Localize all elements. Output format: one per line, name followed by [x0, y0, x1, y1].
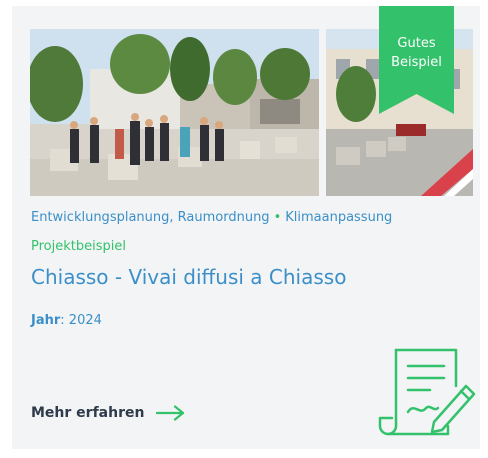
- topic-tags: Entwicklungsplanung, Raumordnung • Klimaan…: [31, 210, 392, 225]
- more-link[interactable]: Mehr erfahren: [31, 405, 186, 421]
- content-type-label: Projektbeispiel: [31, 239, 126, 254]
- year-info: Jahr: 2024: [31, 313, 102, 328]
- project-title[interactable]: Chiasso - Vivai diffusi a Chiasso: [31, 265, 346, 289]
- good-example-ribbon: Gutes Beispiel: [379, 6, 454, 114]
- project-photo-plaza: [30, 29, 319, 196]
- tag-planning[interactable]: Entwicklungsplanung, Raumordnung: [31, 210, 270, 225]
- tag-climate[interactable]: Klimaanpassung: [285, 210, 392, 225]
- arrow-right-icon: [156, 405, 186, 421]
- document-edit-icon: [378, 346, 478, 446]
- more-link-label: Mehr erfahren: [31, 405, 145, 421]
- year-value: 2024: [68, 313, 102, 328]
- year-label: Jahr: [31, 313, 61, 328]
- ribbon-line-2: Beispiel: [391, 55, 442, 70]
- project-card[interactable]: Gutes Beispiel Entwicklungsplanung, Raum…: [12, 6, 480, 449]
- ribbon-line-1: Gutes: [397, 36, 436, 51]
- tag-separator: •: [273, 210, 282, 225]
